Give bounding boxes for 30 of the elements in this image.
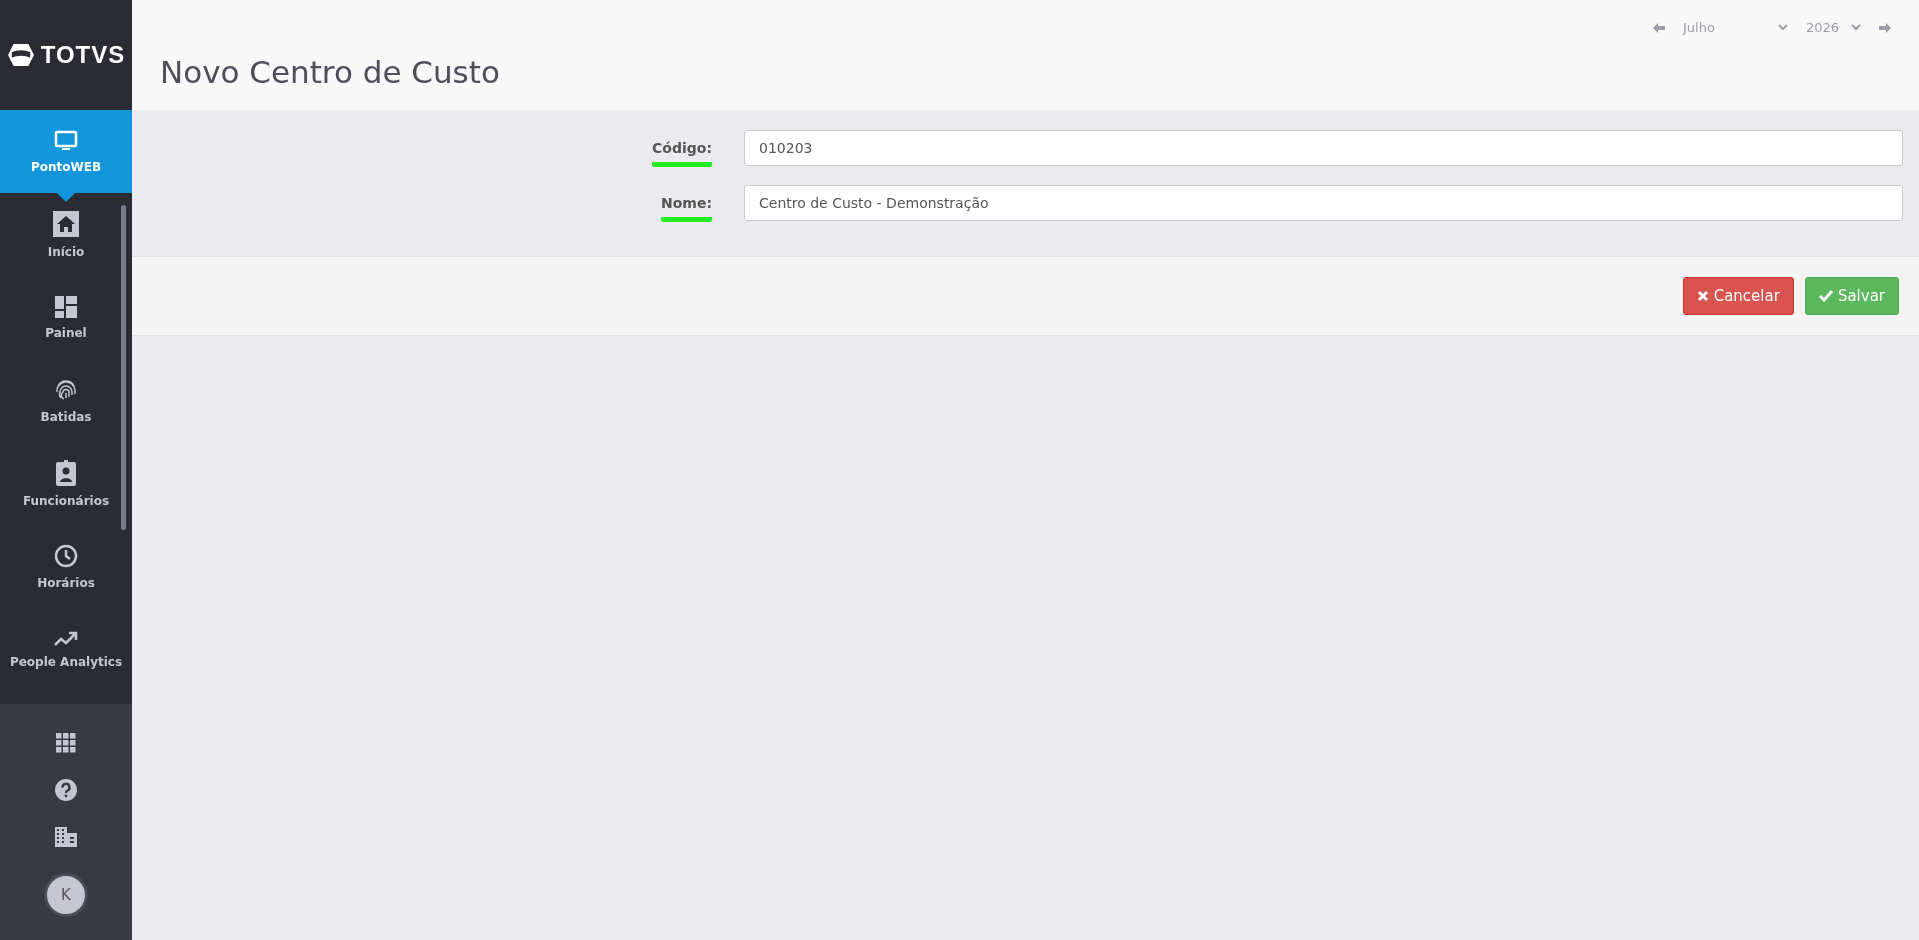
fingerprint-icon bbox=[55, 377, 77, 402]
nav-item[interactable]: People Analytics bbox=[0, 608, 132, 691]
apps-grid-icon[interactable] bbox=[56, 733, 76, 753]
arrow-left-icon[interactable] bbox=[1653, 22, 1665, 33]
hexagon-logo-icon bbox=[6, 43, 35, 67]
id-badge-icon bbox=[56, 459, 76, 486]
arrow-right-icon[interactable] bbox=[1879, 22, 1891, 33]
trend-arrow-icon bbox=[54, 630, 78, 647]
building-icon[interactable] bbox=[55, 827, 77, 847]
logo-text: TOTVS bbox=[40, 41, 126, 69]
monitor-icon bbox=[54, 129, 78, 152]
chevron-down-icon bbox=[1851, 24, 1861, 31]
input-field[interactable]: 010203 bbox=[744, 130, 1903, 166]
input-field[interactable]: Centro de Custo - Demonstração bbox=[744, 185, 1903, 221]
home-icon bbox=[53, 210, 79, 237]
clock-icon bbox=[54, 543, 78, 568]
page-title: Novo Centro de Custo bbox=[160, 54, 500, 90]
nav-item[interactable]: Painel bbox=[0, 276, 132, 359]
chevron-down-icon bbox=[1778, 24, 1788, 31]
close-icon bbox=[1696, 290, 1709, 302]
nav-item[interactable]: Batidas bbox=[0, 359, 132, 442]
checkmark-icon bbox=[1818, 290, 1833, 302]
field-label: Código: bbox=[652, 140, 712, 167]
cancel-button[interactable]: Cancelar bbox=[1682, 277, 1794, 315]
nav-item[interactable]: Horários bbox=[0, 525, 132, 608]
help-icon[interactable] bbox=[55, 779, 77, 801]
avatar[interactable]: K bbox=[44, 873, 88, 917]
dashboard-icon bbox=[55, 295, 77, 318]
field-label: Nome: bbox=[660, 195, 712, 222]
scrollbar[interactable] bbox=[121, 205, 126, 530]
